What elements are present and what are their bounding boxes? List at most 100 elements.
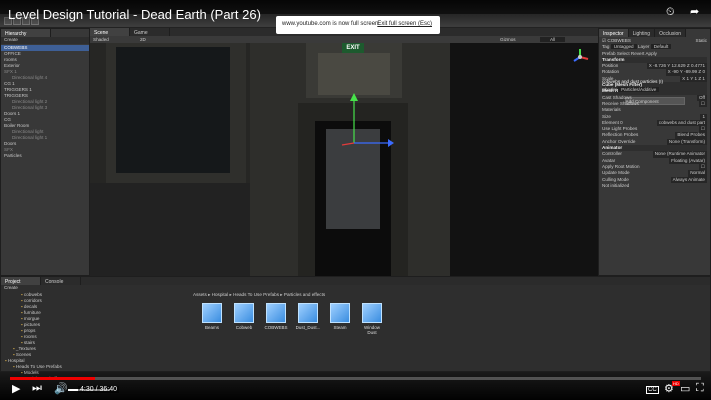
asset-item[interactable]: Dust_Dust... [295,303,321,335]
inspector-row-label: Size [602,113,611,119]
fullscreen-banner: www.youtube.com is now full screen. Exit… [276,16,440,34]
prefab-cube-icon [362,303,382,323]
inspector-row-label: Use Light Probes [602,126,638,132]
project-folder-label: pictures [23,322,40,327]
progress-bar[interactable] [10,377,701,380]
video-title[interactable]: Level Design Tutorial - Dead Earth (Part… [8,7,261,22]
inspector-row-label: Reflection Probes [602,132,639,138]
inspector-row-label: Transform [602,56,625,62]
project-folder-label: _Textures [15,346,36,351]
inspector-row-label: Position [602,63,619,69]
prefab-cube-icon [266,303,286,323]
static-toggle[interactable]: Static [696,38,708,44]
scene-search[interactable]: All [540,37,566,42]
tab-occlusion[interactable]: Occlusion [655,29,687,37]
inspector-row-label: Element 0 [602,119,623,125]
asset-item[interactable]: Cobweb [231,303,257,335]
tab-scene[interactable]: Scene [90,28,130,36]
project-create-button[interactable]: Create [1,285,710,292]
asset-item[interactable]: COBWEBS [263,303,289,335]
shading-dropdown[interactable]: Shaded [93,37,109,42]
tab-game[interactable]: Game [130,28,170,36]
current-time: 4:30 [80,386,94,393]
volume-icon[interactable]: 🔊 [54,382,68,395]
share-icon[interactable]: ➦ [690,5,699,18]
inspector-row-label: Apply Root Motion [602,163,640,169]
asset-item[interactable]: Window Dust [359,303,385,335]
project-folder-label: cobwebs [23,292,43,297]
tag-label: Tag [602,44,610,50]
shader-row: Shader Particles/Additive [602,87,707,93]
prefab-label: Prefab [602,50,616,56]
project-folder-label: rooms [23,334,37,339]
inspector-row-value[interactable]: X 1 Y 1 Z 1 [680,75,707,83]
watch-later-icon[interactable]: ⏲ [666,6,675,19]
duration: 36:40 [99,386,117,393]
scene-orientation-gizmo[interactable] [570,47,590,67]
breadcrumb-item[interactable]: Particles and effects [284,292,325,297]
tab-project[interactable]: Project [1,277,41,285]
exit-fullscreen-icon[interactable]: ⛶ [696,382,704,395]
inspector-row-label: Controller [602,151,622,157]
prefab-cube-icon [202,303,222,323]
tag-dropdown[interactable]: Untagged [610,44,637,50]
inspector-components: Transform Position X -8.726 Y 12.629 Z 0.4… [602,56,707,188]
asset-label: Beams [204,325,219,330]
shader-dropdown[interactable]: Particles/Additive [618,87,660,93]
project-folder-label: Scenes [15,352,32,357]
inspector-row-value[interactable]: ☐ [698,100,707,108]
breadcrumb-item[interactable]: Hospital [212,292,229,297]
theater-mode-icon[interactable]: ▭ [680,382,690,395]
exit-fullscreen-link[interactable]: Exit full screen (Esc) [377,21,432,27]
project-folder-label: morgue [23,316,40,321]
fullscreen-message: www.youtube.com is now full screen. [282,21,381,27]
gizmos-dropdown[interactable]: Gizmos [500,37,516,42]
object-name[interactable]: COBWEBS [607,38,630,43]
time-display: 4:30 / 36:40 [78,386,119,393]
inspector-row-label: Update Mode [602,170,630,176]
asset-item[interactable]: Beams [199,303,225,335]
prefab-cube-icon [330,303,350,323]
inspector-row-label: Rotation [602,69,620,75]
2d-toggle[interactable]: 2D [140,37,146,42]
breadcrumb-item[interactable]: Heads To Use Prefabs [233,292,279,297]
tab-lighting[interactable]: Lighting [628,29,656,37]
project-panel: Project Console Create ▪ cobwebs ▪ corrid… [0,276,711,381]
asset-label: Window Dust [363,325,380,335]
hierarchy-create-button[interactable]: Create [1,37,89,44]
inspector-row-label: Materials [602,107,621,113]
prefab-apply-button[interactable]: Apply [645,51,657,56]
inspector-row-label: Avatar [602,157,616,163]
inspector-row-label: Culling Mode [602,176,629,182]
inspector-row: Not initialized [602,183,707,189]
asset-label: Cobweb [235,325,253,330]
breadcrumb: Assets ▸ Hospital ▸ Heads To Use Prefabs… [193,292,325,299]
asset-label: Steam [333,325,347,330]
play-icon[interactable]: ▶ [12,382,20,395]
hierarchy-item[interactable]: Particles [1,153,89,159]
asset-label: COBWEBS [264,325,288,330]
add-component-button[interactable]: Add Component [624,97,685,106]
tab-inspector[interactable]: Inspector [599,29,629,37]
layer-dropdown[interactable]: Default [650,44,672,50]
scene-render [90,43,598,276]
inspector-row-value[interactable]: Always Animate [670,176,707,183]
project-folder-label: decals [23,304,38,309]
asset-item[interactable]: Steam [327,303,353,335]
project-folder-label: Heads To Use Prefabs [15,364,62,369]
prefab-cube-icon [234,303,254,323]
tab-hierarchy[interactable]: Hierarchy [1,29,51,37]
prefab-select-button[interactable]: Select [617,51,630,56]
scene-viewport[interactable]: EXIT [90,43,598,276]
project-folder-label: Hospital [7,358,25,363]
inspector-row-value[interactable]: None (Transform) [666,138,707,146]
captions-button[interactable]: CC [646,386,659,394]
breadcrumb-item[interactable]: Assets [193,292,207,297]
tab-console[interactable]: Console [41,277,81,285]
prefab-revert-button[interactable]: Revert [631,51,645,56]
progress-played [10,377,95,380]
exit-sign: EXIT [342,43,364,53]
axis-gizmo-icon [573,49,589,62]
project-folder-label: props [23,328,36,333]
next-icon[interactable]: ⏭ [32,382,42,395]
